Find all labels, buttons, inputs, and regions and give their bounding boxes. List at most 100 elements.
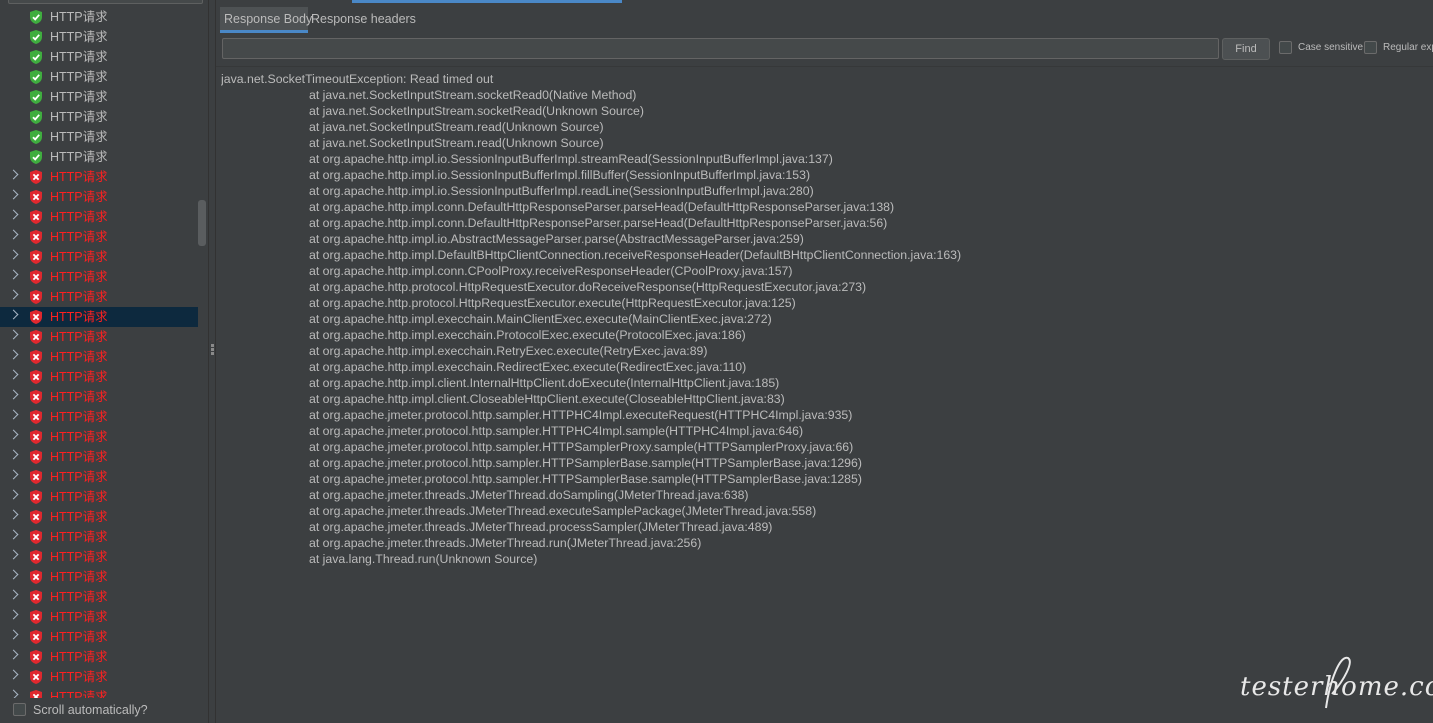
tree-item[interactable]: HTTP请求	[0, 267, 198, 287]
tab-response-body[interactable]: Response Body	[220, 7, 312, 33]
chevron-right-icon[interactable]	[8, 349, 19, 360]
chevron-right-icon[interactable]	[8, 529, 19, 540]
tree-item[interactable]: HTTP请求	[0, 667, 198, 687]
chevron-right-icon[interactable]	[8, 329, 19, 340]
tree-item[interactable]: HTTP请求	[0, 627, 198, 647]
tree-item[interactable]: HTTP请求	[0, 507, 198, 527]
tree-scrollbar-thumb[interactable]	[198, 200, 206, 246]
chevron-right-icon[interactable]	[8, 469, 19, 480]
tree-item[interactable]: HTTP请求	[0, 587, 198, 607]
tree-item[interactable]: HTTP请求	[0, 367, 198, 387]
tree-item[interactable]: HTTP请求	[0, 127, 198, 147]
tree-filter-field[interactable]: ▾	[8, 0, 203, 4]
response-panel: Response Body Response headers Find Case…	[216, 0, 1433, 723]
scroll-automatically-checkbox[interactable]	[13, 703, 26, 716]
find-button[interactable]: Find	[1222, 38, 1270, 60]
shield-x-icon	[28, 589, 44, 605]
shield-x-icon	[28, 349, 44, 365]
tree-item[interactable]: HTTP请求	[0, 527, 198, 547]
chevron-right-icon[interactable]	[8, 409, 19, 420]
tree-item[interactable]: HTTP请求	[0, 247, 198, 267]
tree-item[interactable]: HTTP请求	[0, 427, 198, 447]
chevron-right-icon[interactable]	[8, 169, 19, 180]
splitter-grip-icon[interactable]	[211, 344, 214, 356]
tree-item[interactable]: HTTP请求	[0, 7, 198, 27]
shield-x-icon	[28, 669, 44, 685]
shield-x-icon	[28, 209, 44, 225]
tree-item[interactable]: HTTP请求	[0, 547, 198, 567]
tree-item-label: HTTP请求	[50, 410, 108, 424]
tree-item[interactable]: HTTP请求	[0, 567, 198, 587]
chevron-right-icon[interactable]	[8, 689, 19, 698]
tree-item[interactable]: HTTP请求	[0, 607, 198, 627]
shield-x-icon	[28, 629, 44, 645]
tree-item[interactable]: HTTP请求	[0, 287, 198, 307]
chevron-right-icon[interactable]	[8, 569, 19, 580]
tree-item[interactable]: HTTP请求	[0, 687, 198, 698]
tree-item-label: HTTP请求	[50, 650, 108, 664]
regular-expression-label: Regular exp	[1383, 42, 1433, 53]
tree-item-label: HTTP请求	[50, 430, 108, 444]
tree-item-label: HTTP请求	[50, 110, 108, 124]
chevron-right-icon[interactable]	[8, 549, 19, 560]
chevron-right-icon[interactable]	[8, 189, 19, 200]
chevron-right-icon[interactable]	[8, 609, 19, 620]
chevron-right-icon[interactable]	[8, 289, 19, 300]
tree-item-label: HTTP请求	[50, 30, 108, 44]
chevron-right-icon[interactable]	[8, 449, 19, 460]
tree-item[interactable]: HTTP请求	[0, 487, 198, 507]
chevron-right-icon[interactable]	[8, 389, 19, 400]
stack-trace-line: at org.apache.http.impl.conn.DefaultHttp…	[309, 216, 888, 230]
chevron-right-icon[interactable]	[8, 669, 19, 680]
scroll-automatically-label: Scroll automatically?	[33, 703, 148, 717]
chevron-right-icon[interactable]	[8, 249, 19, 260]
tree-item[interactable]: HTTP请求	[0, 647, 198, 667]
tree-item[interactable]: HTTP请求	[0, 207, 198, 227]
tree-item[interactable]: HTTP请求	[0, 407, 198, 427]
tree-item[interactable]: HTTP请求	[0, 47, 198, 67]
panel-splitter[interactable]	[208, 0, 216, 723]
tree-item[interactable]: HTTP请求	[0, 467, 198, 487]
tree-item-label: HTTP请求	[50, 530, 108, 544]
tree-item[interactable]: HTTP请求	[0, 147, 198, 167]
tree-item-label: HTTP请求	[50, 670, 108, 684]
chevron-right-icon[interactable]	[8, 489, 19, 500]
tree-item[interactable]: HTTP请求	[0, 327, 198, 347]
chevron-right-icon[interactable]	[8, 369, 19, 380]
tree-item[interactable]: HTTP请求	[0, 227, 198, 247]
tree-item[interactable]: HTTP请求	[0, 307, 198, 327]
stack-trace-line: at org.apache.http.impl.execchain.Redire…	[309, 360, 747, 374]
tree-item[interactable]: HTTP请求	[0, 87, 198, 107]
tree-item-label: HTTP请求	[50, 330, 108, 344]
stack-trace-line: at org.apache.jmeter.protocol.http.sampl…	[309, 472, 862, 486]
chevron-right-icon[interactable]	[8, 509, 19, 520]
tree-item[interactable]: HTTP请求	[0, 167, 198, 187]
tree-item[interactable]: HTTP请求	[0, 67, 198, 87]
case-sensitive-checkbox[interactable]	[1279, 41, 1292, 54]
tree-item[interactable]: HTTP请求	[0, 347, 198, 367]
chevron-right-icon[interactable]	[8, 649, 19, 660]
scroll-automatically-option[interactable]: Scroll automatically?	[0, 698, 208, 723]
response-body-text[interactable]: java.net.SocketTimeoutException: Read ti…	[221, 71, 1421, 691]
tab-response-headers[interactable]: Response headers	[311, 7, 416, 33]
stack-trace-line: at java.net.SocketInputStream.read(Unkno…	[309, 120, 604, 134]
search-input[interactable]	[222, 38, 1219, 59]
tree-item[interactable]: HTTP请求	[0, 387, 198, 407]
stack-trace-line: at org.apache.http.impl.client.Closeable…	[309, 392, 785, 406]
tree-item[interactable]: HTTP请求	[0, 107, 198, 127]
tree-item[interactable]: HTTP请求	[0, 187, 198, 207]
tree-item[interactable]: HTTP请求	[0, 27, 198, 47]
tree-item-label: HTTP请求	[50, 50, 108, 64]
chevron-right-icon[interactable]	[8, 269, 19, 280]
tree-item[interactable]: HTTP请求	[0, 447, 198, 467]
chevron-right-icon[interactable]	[8, 309, 19, 320]
chevron-right-icon[interactable]	[8, 209, 19, 220]
tree-item-label: HTTP请求	[50, 10, 108, 24]
results-tree: HTTP请求 HTTP请求 HTTP请求 HTTP请求 HTTP请求 HTTP请求 HTTP…	[0, 7, 198, 698]
chevron-right-icon[interactable]	[8, 429, 19, 440]
chevron-right-icon[interactable]	[8, 589, 19, 600]
regular-expression-checkbox[interactable]	[1364, 41, 1377, 54]
chevron-right-icon[interactable]	[8, 229, 19, 240]
shield-x-icon	[28, 529, 44, 545]
chevron-right-icon[interactable]	[8, 629, 19, 640]
